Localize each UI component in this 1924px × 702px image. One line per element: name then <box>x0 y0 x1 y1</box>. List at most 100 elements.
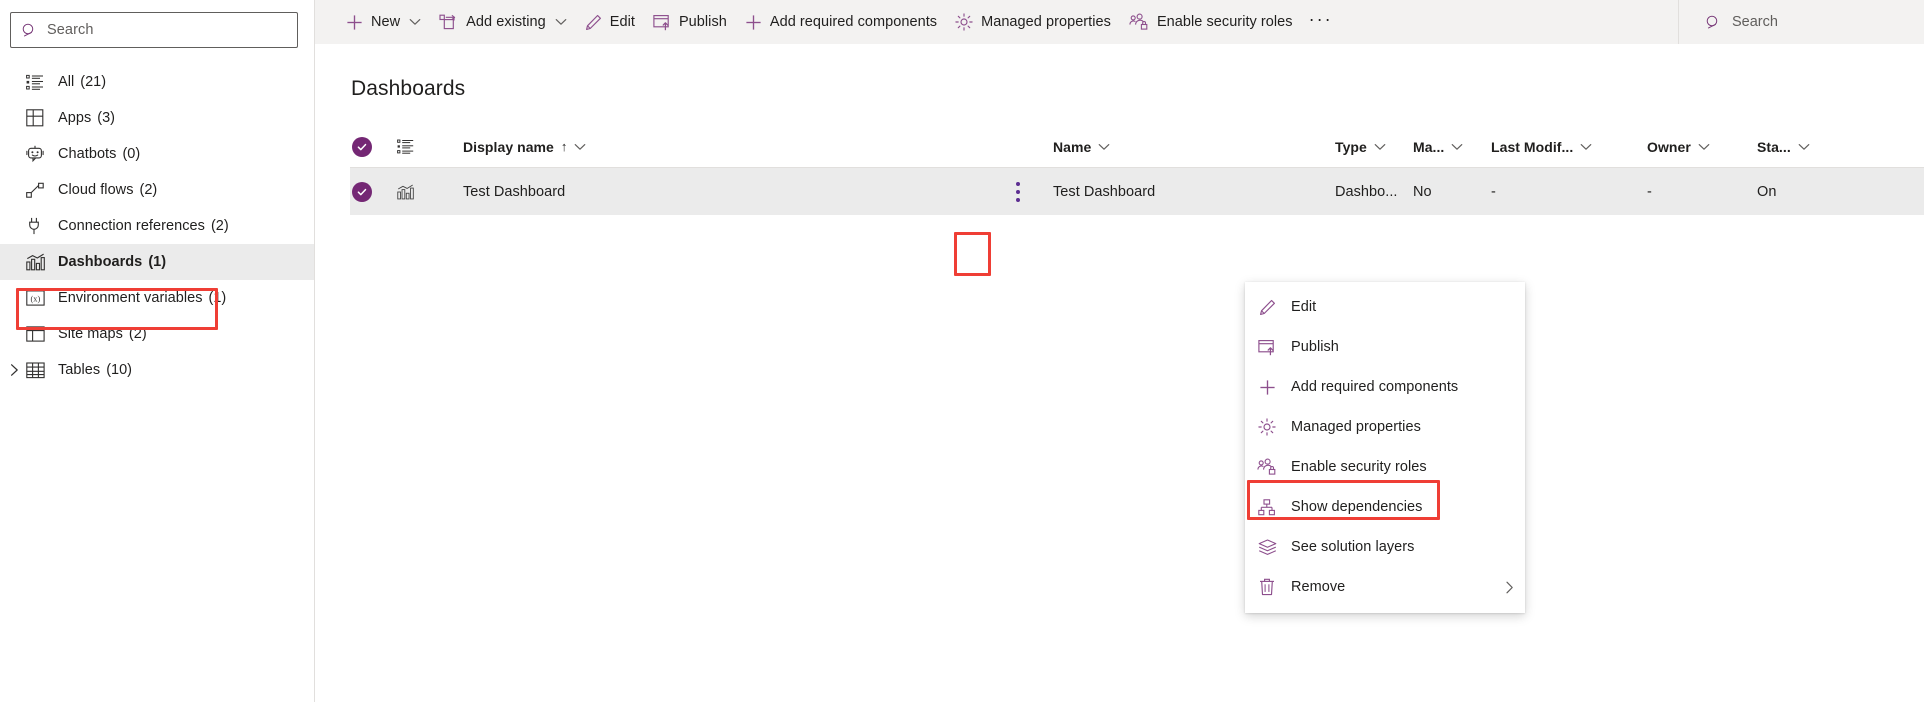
chevron-down-icon[interactable] <box>1374 143 1386 151</box>
sidebar-item-label: Site maps <box>58 326 123 342</box>
sidebar-item-label: Connection references <box>58 218 205 234</box>
sidebar-item-count: (2) <box>139 182 158 198</box>
row-type-cell: Dashbo... <box>1335 184 1413 200</box>
row-name: Test Dashboard <box>1053 183 1156 200</box>
sidebar-item-environment-variables[interactable]: (x) Environment variables (1) <box>0 280 314 316</box>
chevron-right-icon[interactable] <box>1504 580 1515 595</box>
row-managed-cell: No <box>1413 184 1491 200</box>
grid-header-owner[interactable]: Owner <box>1647 139 1757 155</box>
context-menu-item-label: See solution layers <box>1291 539 1415 555</box>
edit-button-label: Edit <box>609 14 635 30</box>
row-name-cell: Test Dashboard <box>1053 184 1335 200</box>
variable-icon: (x) <box>26 288 48 308</box>
chevron-down-icon[interactable] <box>1698 143 1710 151</box>
command-bar-search-input[interactable]: Search <box>1732 14 1778 30</box>
search-icon <box>21 22 38 39</box>
gear-icon <box>955 13 973 31</box>
chevron-right-icon[interactable] <box>4 352 24 388</box>
sidebar-search-box[interactable]: Search <box>10 12 298 48</box>
publish-button[interactable]: Publish <box>644 0 736 44</box>
sidebar-search-input[interactable]: Search <box>47 22 94 38</box>
context-menu-item-managed-properties[interactable]: Managed properties <box>1245 407 1525 447</box>
context-menu-item-label: Managed properties <box>1291 419 1421 435</box>
column-label: Last Modif... <box>1491 138 1574 155</box>
sidebar-item-site-maps[interactable]: Site maps (2) <box>0 316 314 352</box>
chevron-down-icon[interactable] <box>555 18 567 26</box>
grid-header-type-icon-col[interactable] <box>397 139 463 155</box>
checkmark-icon <box>352 181 372 202</box>
row-owner: - <box>1647 183 1652 200</box>
context-menu-item-show-dependencies[interactable]: Show dependencies <box>1245 487 1525 527</box>
main-content: New Add existing Edit Publish Add requir… <box>315 0 1924 702</box>
chevron-down-icon[interactable] <box>1580 143 1592 151</box>
grid-header-type[interactable]: Type <box>1335 139 1413 155</box>
column-label: Name <box>1053 138 1092 155</box>
row-context-menu-button[interactable] <box>983 181 1053 202</box>
chevron-down-icon[interactable] <box>1451 143 1463 151</box>
table-row[interactable]: Test Dashboard Test Dashboard Dashbo... <box>350 168 1924 215</box>
sidebar-item-tables[interactable]: Tables (10) <box>0 352 314 388</box>
context-menu-item-edit[interactable]: Edit <box>1245 287 1525 327</box>
edit-button[interactable]: Edit <box>576 0 644 44</box>
row-display-name: Test Dashboard <box>463 183 566 200</box>
context-menu-item-add-required-components[interactable]: Add required components <box>1245 367 1525 407</box>
row-managed: No <box>1413 183 1432 200</box>
more-vertical-icon <box>1016 181 1020 202</box>
chevron-down-icon[interactable] <box>1798 143 1810 151</box>
sidebar-item-all[interactable]: All (21) <box>0 64 314 100</box>
sidebar-item-apps[interactable]: Apps (3) <box>0 100 314 136</box>
security-roles-icon <box>1256 458 1278 476</box>
sort-ascending-icon: ↑ <box>560 139 568 154</box>
row-status-cell: On <box>1757 184 1837 200</box>
table-grid-icon <box>26 360 48 380</box>
sidebar-item-label: Environment variables <box>58 290 203 306</box>
sidebar-search-wrapper: Search <box>10 12 298 48</box>
context-menu-item-enable-security-roles[interactable]: Enable security roles <box>1245 447 1525 487</box>
list-icon <box>26 72 48 92</box>
sidebar-item-count: (2) <box>210 218 229 234</box>
sidebar-item-connection-references[interactable]: Connection references (2) <box>0 208 314 244</box>
new-button-label: New <box>371 14 401 30</box>
enable-security-roles-button[interactable]: Enable security roles <box>1120 0 1302 44</box>
context-menu-item-label: Enable security roles <box>1291 459 1427 475</box>
column-label: Ma... <box>1413 138 1445 155</box>
svg-text:(x): (x) <box>31 294 41 303</box>
command-bar-search[interactable]: Search <box>1678 0 1924 44</box>
column-label: Owner <box>1647 138 1691 155</box>
search-icon <box>1705 14 1722 31</box>
grid-header-last-modified[interactable]: Last Modif... <box>1491 139 1647 155</box>
column-label: Display name <box>463 138 554 155</box>
sidebar-item-count: (1) <box>148 254 167 270</box>
chevron-down-icon[interactable] <box>1098 143 1110 151</box>
grid-header-display-name[interactable]: Display name ↑ <box>463 139 983 155</box>
row-select-checkbox[interactable] <box>350 181 397 202</box>
sidebar-item-chatbots[interactable]: Chatbots (0) <box>0 136 314 172</box>
context-menu-item-remove[interactable]: Remove <box>1245 567 1525 607</box>
chevron-down-icon[interactable] <box>409 18 421 26</box>
overflow-menu-button[interactable]: ··· <box>1302 0 1340 44</box>
pencil-icon <box>585 14 602 31</box>
context-menu-item-see-solution-layers[interactable]: See solution layers <box>1245 527 1525 567</box>
sidebar: Search All (21) Apps (3) Chatbots (0) Cl… <box>0 0 315 702</box>
add-existing-button[interactable]: Add existing <box>430 0 576 44</box>
chevron-down-icon[interactable] <box>574 143 586 151</box>
grid-header-status[interactable]: Sta... <box>1757 139 1837 155</box>
add-required-components-button[interactable]: Add required components <box>736 0 946 44</box>
sidebar-item-count: (10) <box>106 362 133 378</box>
column-label: Sta... <box>1757 138 1791 155</box>
grid-header-managed[interactable]: Ma... <box>1413 139 1491 155</box>
grid-header-name[interactable]: Name <box>1053 139 1335 155</box>
new-button[interactable]: New <box>337 0 430 44</box>
plug-icon <box>26 216 48 236</box>
context-menu-item-publish[interactable]: Publish <box>1245 327 1525 367</box>
sidebar-item-dashboards[interactable]: Dashboards (1) <box>0 244 314 280</box>
select-all-checkbox[interactable] <box>350 136 397 157</box>
plus-icon <box>1256 379 1278 396</box>
sidebar-item-cloud-flows[interactable]: Cloud flows (2) <box>0 172 314 208</box>
column-label: Type <box>1335 138 1367 155</box>
pencil-icon <box>1256 299 1278 316</box>
managed-properties-button[interactable]: Managed properties <box>946 0 1120 44</box>
dashboard-chart-icon <box>397 184 414 200</box>
row-display-name-cell[interactable]: Test Dashboard <box>463 184 983 200</box>
row-status: On <box>1757 183 1777 200</box>
